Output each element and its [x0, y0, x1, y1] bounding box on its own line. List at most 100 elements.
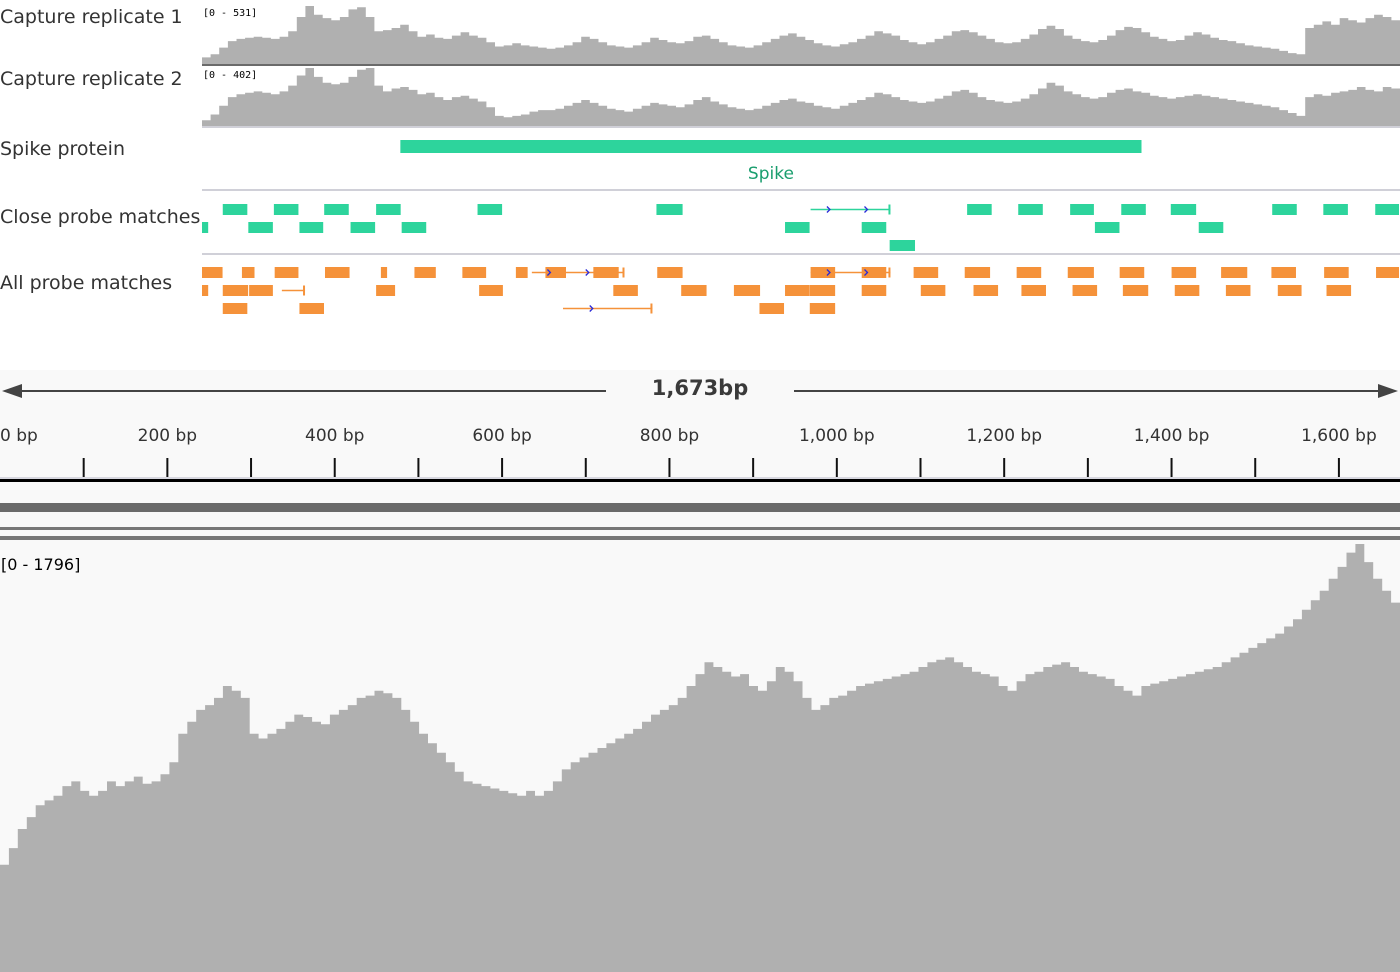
coverage-area-main — [0, 544, 1400, 972]
all-probe-block[interactable] — [785, 285, 810, 296]
all-probe-block[interactable] — [1174, 285, 1200, 296]
divider-line — [0, 536, 1400, 540]
close-probe-block[interactable] — [861, 222, 887, 233]
close-probe-block[interactable] — [967, 204, 992, 215]
all-probe-end-cap — [303, 285, 306, 296]
close-probe-block[interactable] — [401, 222, 427, 233]
all-probe-block[interactable] — [241, 267, 255, 278]
close-probe-block[interactable] — [202, 222, 209, 233]
spike-feature-label: Spike — [747, 164, 794, 184]
coverage-area-replicate-2 — [202, 68, 1400, 126]
all-probe-block[interactable] — [1221, 267, 1248, 278]
close-probe-block[interactable] — [1170, 204, 1197, 215]
all-probe-block[interactable] — [657, 267, 683, 278]
all-probe-end-cap — [650, 303, 653, 314]
close-probe-block[interactable] — [324, 204, 349, 215]
all-probe-block[interactable] — [299, 303, 324, 314]
ruler-tick-label: 200 bp — [137, 426, 198, 446]
all-probe-block[interactable] — [973, 285, 999, 296]
all-probe-block[interactable] — [809, 285, 836, 296]
spike-feature-track[interactable] — [202, 138, 1400, 158]
ruler-tick-label: 1,400 bp — [1133, 426, 1210, 446]
ruler-baseline — [0, 479, 1400, 482]
track-label-all-probe-matches: All probe matches — [0, 272, 173, 294]
all-probe-block[interactable] — [913, 267, 939, 278]
close-probe-block[interactable] — [1323, 204, 1348, 215]
close-probe-block[interactable] — [1070, 204, 1094, 215]
all-probe-block[interactable] — [1324, 267, 1349, 278]
track-label-close-probe-matches: Close probe matches — [0, 206, 201, 228]
close-probe-block[interactable] — [477, 204, 503, 215]
all-probe-block[interactable] — [376, 285, 396, 296]
all-probe-block[interactable] — [809, 303, 836, 314]
close-probe-block[interactable] — [656, 204, 683, 215]
all-probe-block[interactable] — [681, 285, 707, 296]
all-probe-block[interactable] — [1376, 267, 1399, 278]
all-probe-block[interactable] — [380, 267, 388, 278]
all-probe-block[interactable] — [515, 267, 528, 278]
all-probe-block[interactable] — [1225, 285, 1251, 296]
close-probe-matches-track[interactable] — [202, 200, 1400, 254]
coverage-track-replicate-1[interactable] — [202, 4, 1400, 64]
all-probe-block[interactable] — [733, 285, 761, 296]
spike-feature-bar[interactable] — [400, 140, 1142, 153]
sequence-track-bar — [0, 503, 1400, 512]
close-probe-block[interactable] — [299, 222, 324, 233]
track-separator — [202, 189, 1400, 191]
ruler-tick-label: 400 bp — [305, 426, 365, 446]
close-probe-block[interactable] — [785, 222, 810, 233]
all-probe-block[interactable] — [414, 267, 436, 278]
ruler-tick-label: 800 bp — [639, 426, 700, 446]
all-probe-end-cap — [622, 267, 625, 278]
track-separator — [202, 253, 1400, 255]
all-probe-block[interactable] — [202, 285, 209, 296]
all-probe-block[interactable] — [1326, 285, 1352, 296]
all-probe-block[interactable] — [964, 267, 991, 278]
ruler-tick-label: 600 bp — [472, 426, 532, 446]
all-probe-block[interactable] — [861, 285, 887, 296]
track-label-replicate-2: Capture replicate 2 — [0, 68, 183, 90]
divider-line — [0, 527, 1400, 530]
close-probe-block[interactable] — [1272, 204, 1297, 215]
ruler-tick-label: 1,200 bp — [966, 426, 1042, 446]
close-probe-block[interactable] — [248, 222, 273, 233]
all-probe-block[interactable] — [1277, 285, 1302, 296]
all-probe-block[interactable] — [613, 285, 638, 296]
all-probe-block[interactable] — [202, 267, 223, 278]
all-probe-block[interactable] — [920, 285, 946, 296]
all-probe-block[interactable] — [1119, 267, 1145, 278]
all-probe-block[interactable] — [1067, 267, 1094, 278]
all-probe-block[interactable] — [759, 303, 785, 314]
all-probe-end-cap — [888, 267, 891, 278]
all-probe-block[interactable] — [1122, 285, 1149, 296]
span-length-label: 1,673bp — [651, 376, 749, 400]
all-probe-block[interactable] — [222, 303, 248, 314]
close-probe-block[interactable] — [1121, 204, 1146, 215]
close-probe-block[interactable] — [1198, 222, 1224, 233]
close-probe-block[interactable] — [1094, 222, 1120, 233]
all-probe-block[interactable] — [324, 267, 350, 278]
close-probe-block[interactable] — [1018, 204, 1043, 215]
all-probe-block[interactable] — [1072, 285, 1098, 296]
close-probe-block[interactable] — [376, 204, 401, 215]
all-probe-block[interactable] — [1021, 285, 1046, 296]
close-probe-end-cap — [888, 204, 891, 215]
all-probe-block[interactable] — [1171, 267, 1197, 278]
all-probe-matches-track[interactable] — [202, 263, 1400, 319]
close-probe-block[interactable] — [222, 204, 248, 215]
all-probe-block[interactable] — [222, 285, 249, 296]
all-probe-block[interactable] — [249, 285, 273, 296]
ruler[interactable] — [0, 455, 1400, 545]
close-probe-block[interactable] — [889, 240, 916, 251]
all-probe-block[interactable] — [274, 267, 299, 278]
ruler-tick-label: 1,000 bp — [798, 426, 875, 446]
all-probe-block[interactable] — [1016, 267, 1042, 278]
close-probe-block[interactable] — [273, 204, 299, 215]
coverage-track-replicate-2[interactable] — [202, 66, 1400, 126]
close-probe-block[interactable] — [350, 222, 376, 233]
close-probe-block[interactable] — [1375, 204, 1399, 215]
coverage-chart[interactable] — [0, 542, 1400, 972]
all-probe-block[interactable] — [1271, 267, 1296, 278]
all-probe-block[interactable] — [479, 285, 503, 296]
all-probe-block[interactable] — [462, 267, 487, 278]
